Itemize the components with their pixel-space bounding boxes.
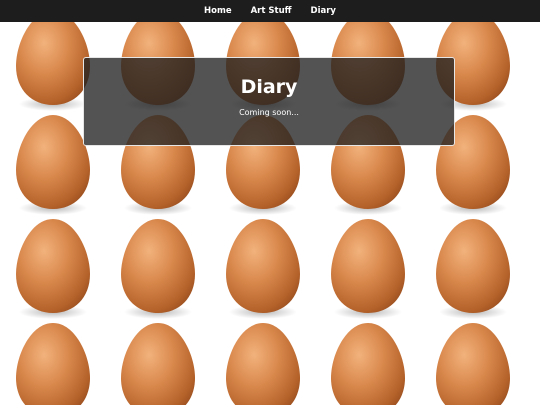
- nav-art-stuff-link[interactable]: Art Stuff: [251, 6, 292, 16]
- egg-icon: [226, 323, 300, 405]
- egg-icon: [436, 219, 510, 319]
- egg-icon: [16, 219, 90, 319]
- egg-icon: [331, 323, 405, 405]
- page: Home Art Stuff Diary Diary Coming soon..…: [0, 0, 540, 405]
- egg-icon: [16, 115, 90, 215]
- egg-icon: [16, 11, 90, 111]
- diary-panel: Diary Coming soon...: [83, 57, 455, 146]
- egg-icon: [16, 323, 90, 405]
- coming-soon-message: Coming soon...: [239, 108, 299, 117]
- page-title: Diary: [240, 76, 298, 98]
- top-navbar: Home Art Stuff Diary: [0, 0, 540, 22]
- egg-icon: [331, 219, 405, 319]
- egg-icon: [436, 323, 510, 405]
- nav-home-link[interactable]: Home: [204, 6, 232, 16]
- egg-icon: [121, 323, 195, 405]
- nav-diary-link[interactable]: Diary: [311, 6, 336, 16]
- egg-icon: [121, 219, 195, 319]
- egg-icon: [226, 219, 300, 319]
